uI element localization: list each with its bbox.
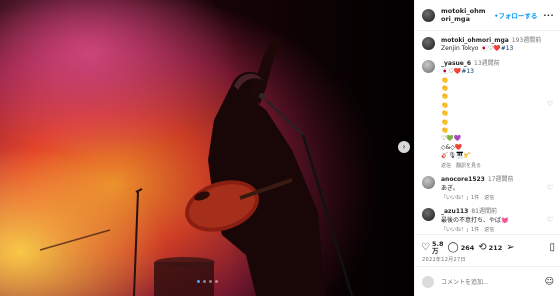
comment-input[interactable]: コメントを追加...: [441, 277, 538, 286]
commenter-avatar[interactable]: [422, 208, 435, 222]
carousel-dot: [208, 280, 212, 283]
current-user-avatar: [422, 275, 434, 288]
translate-link[interactable]: 翻訳を見る: [456, 163, 481, 169]
emoji-line: 👏: [441, 76, 449, 84]
concert-photo-graphic: [0, 0, 414, 296]
comment-like-icon[interactable]: ♡: [547, 184, 553, 192]
more-horizontal-icon[interactable]: ···: [543, 11, 554, 20]
emoji-icon[interactable]: ☺: [545, 277, 554, 287]
add-comment-bar: コメントを追加... ☺: [415, 266, 560, 296]
list-item: anocore1523 17週間前 あぎ。 「いいね！」1件 返信 ♡: [422, 176, 553, 202]
carousel-dot: [202, 280, 206, 283]
author-username[interactable]: motoki_ohmori_mga: [441, 7, 488, 23]
send-icon: ➢: [506, 242, 515, 253]
reply-link[interactable]: 返信: [484, 195, 494, 201]
like-button[interactable]: ♡ 5.8 万: [421, 239, 444, 255]
comment-text: 🇯🇵♡❤️: [441, 68, 462, 76]
emoji-line: 🎸🎙🎹🎷: [441, 152, 472, 160]
share-button[interactable]: ➢: [506, 242, 514, 253]
author-avatar[interactable]: [422, 8, 435, 22]
comment-username[interactable]: _azu113: [441, 208, 468, 215]
comment-text: 最後の不意打ち、やば💓: [441, 216, 509, 224]
emoji-line: 👏: [441, 118, 449, 126]
comment-likes[interactable]: 「いいね！」1件: [441, 195, 479, 201]
like-count: 5.8 万: [431, 239, 444, 255]
heart-icon: ♡: [421, 242, 430, 253]
share-count: 212: [488, 243, 503, 252]
post-date: 2022年12月27日: [422, 257, 466, 263]
comment-hashtag[interactable]: #13: [461, 68, 474, 75]
comment-time: 193週間前: [511, 37, 542, 44]
comment-username[interactable]: motoki_ohmori_mga: [441, 37, 509, 44]
comment-time: 81週間前: [471, 208, 497, 216]
author-avatar[interactable]: [422, 37, 435, 50]
post-header: motoki_ohmori_mga •フォローする ···: [415, 0, 560, 31]
instagram-post-modal: › motoki_ohmori_mga •フォローする ··· motoki_o…: [0, 0, 560, 296]
repost-icon: ⟲: [478, 242, 487, 253]
carousel-dot: [214, 280, 218, 283]
repost-button[interactable]: ⟲ 212: [478, 242, 502, 253]
list-item: _azu113 81週間前 最後の不意打ち、やば💓 「いいね！」1件 返信 ♡: [422, 208, 553, 234]
emoji-line: ♡💚💜: [441, 135, 462, 143]
comment-bubble-icon: ◯: [447, 242, 459, 253]
comment-hashtag[interactable]: #13: [501, 45, 514, 52]
caption-comment: motoki_ohmori_mga 193週間前 Zenjin Tokyo 🇯🇵♡…: [422, 37, 553, 54]
reply-link[interactable]: 返信: [484, 227, 494, 233]
bookmark-icon[interactable]: ▯: [549, 242, 555, 253]
comment-likes[interactable]: 「いいね！」1件: [441, 227, 479, 233]
comment-like-icon[interactable]: ♡: [547, 216, 553, 224]
next-photo-button[interactable]: ›: [398, 141, 410, 153]
comment-time: 13週間前: [474, 59, 500, 67]
comment-text: あぎ。: [441, 184, 459, 192]
emoji-line: 👏: [441, 110, 449, 118]
post-photo: ›: [0, 0, 414, 296]
comment-like-icon[interactable]: ♡: [547, 100, 553, 108]
comment-username[interactable]: _yasue_6: [441, 60, 471, 67]
comment-emoji-lines: 👏 👏 👏 👏 👏 👏 👏 ♡💚💜 ◇&◇❤️ 🎸🎙🎹🎷: [441, 77, 553, 161]
list-item: _yasue_6 13週間前 🇯🇵♡❤️#13 👏 👏 👏 👏 👏 👏 👏 ♡💚💜…: [422, 59, 553, 170]
emoji-line: 👏: [441, 85, 449, 93]
carousel-dot: [196, 280, 200, 283]
carousel-dots: [0, 280, 414, 283]
comment-count: 264: [460, 243, 475, 252]
comment-button[interactable]: ◯ 264: [447, 242, 474, 253]
comment-text: Zenjin Tokyo 🇯🇵♡❤️: [441, 45, 501, 53]
comment-time: 17週間前: [487, 176, 514, 184]
follow-button[interactable]: •フォローする: [494, 10, 537, 20]
commenter-avatar[interactable]: [422, 176, 435, 190]
comment-username[interactable]: anocore1523: [441, 176, 485, 183]
emoji-line: 👏: [441, 93, 449, 101]
commenter-avatar[interactable]: [422, 59, 435, 73]
comments-list: motoki_ohmori_mga 193週間前 Zenjin Tokyo 🇯🇵♡…: [415, 31, 560, 235]
reply-link[interactable]: 返信: [441, 163, 451, 169]
emoji-line: 👏: [441, 101, 449, 109]
post-sidebar: motoki_ohmori_mga •フォローする ··· motoki_ohm…: [414, 0, 560, 296]
